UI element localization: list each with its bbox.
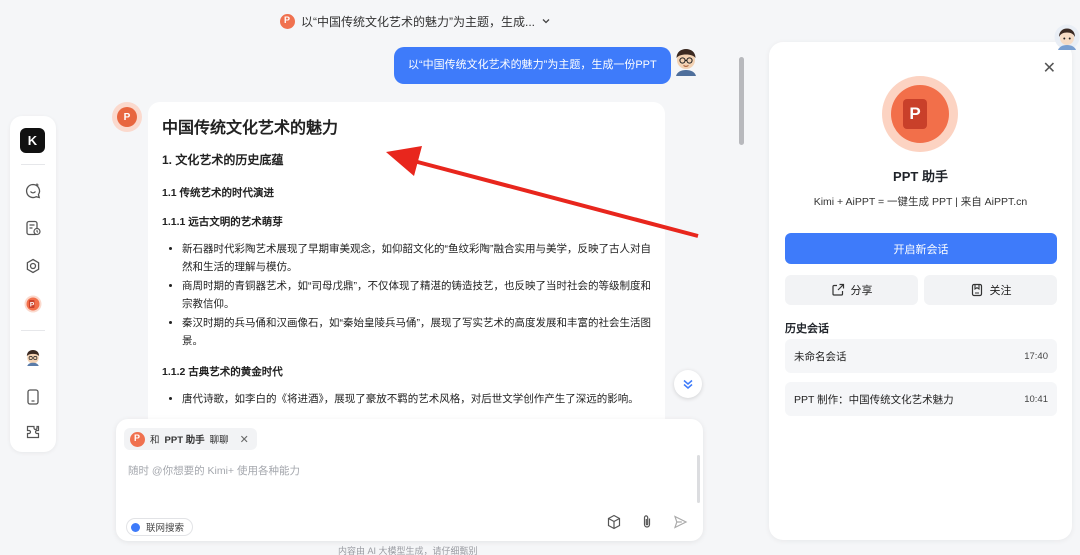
panel-title: PPT 助手 — [893, 169, 948, 184]
ppt-assistant-icon: P — [903, 99, 927, 129]
web-search-label: 联网搜索 — [146, 523, 185, 534]
ppt-assistant-icon[interactable]: P — [22, 293, 44, 315]
answer-bullet-list: 新石器时代彩陶艺术展现了早期审美观念，如仰韶文化的“鱼纹彩陶”融合实用与美学，反… — [162, 240, 651, 350]
chat-input-box[interactable]: 和 PPT 助手 聊聊 ✕ 随时 @你想要的 Kimi+ 使用各种能力 联网搜索 — [116, 419, 703, 541]
history-item-title: PPT 制作：中国传统文化艺术魅力 — [794, 393, 954, 406]
ai-disclaimer: 内容由 AI 大模型生成，请仔细甄别 — [338, 546, 478, 555]
bookmark-icon — [971, 283, 982, 297]
history-item-title: 未命名会话 — [794, 350, 847, 363]
sidebar-divider — [21, 330, 45, 331]
scroll-down-button[interactable] — [674, 370, 702, 398]
conversation-title-bar[interactable]: 以“中国传统文化艺术的魅力”为主题，生成... — [280, 10, 551, 32]
toggle-dot — [131, 522, 140, 532]
message-input[interactable]: 随时 @你想要的 Kimi+ 使用各种能力 — [128, 463, 300, 478]
user-avatar-icon[interactable] — [22, 346, 44, 368]
user-message-bubble: 以“中国传统文化艺术的魅力”为主题，生成一份PPT — [394, 47, 671, 84]
ppt-assistant-icon — [130, 431, 145, 447]
chip-assistant-name: PPT 助手 — [164, 435, 205, 446]
user-avatar — [672, 46, 700, 76]
ppt-assistant-icon: P — [117, 107, 137, 127]
plugin-icon[interactable] — [22, 421, 44, 443]
history-item-time: 17:40 — [1024, 350, 1048, 362]
send-icon[interactable] — [669, 511, 691, 533]
user-message-row: 以“中国传统文化艺术的魅力”为主题，生成一份PPT — [394, 47, 671, 84]
explore-icon[interactable] — [22, 255, 44, 277]
web-search-toggle[interactable]: 联网搜索 — [126, 518, 194, 536]
list-item: 唐代诗歌，如李白的《将进酒》，展现了豪放不羁的艺术风格，对后世文学创作产生了深远… — [182, 390, 651, 408]
answer-heading-1-1-2: 1.1.2 古典艺术的黄金时代 — [162, 366, 283, 378]
assistant-panel: ✕ P PPT 助手 Kimi + AiPPT = 一键生成 PPT | 来自 … — [769, 42, 1072, 540]
follow-label: 关注 — [989, 285, 1012, 297]
conversation-title: 以“中国传统文化艺术的魅力”为主题，生成... — [301, 14, 535, 29]
attachment-icon[interactable] — [636, 511, 658, 533]
new-chat-icon[interactable] — [22, 180, 44, 202]
history-item[interactable]: 未命名会话 17:40 — [785, 339, 1057, 373]
panel-subtitle: Kimi + AiPPT = 一键生成 PPT | 来自 AiPPT.cn — [813, 196, 1028, 208]
new-chat-button[interactable]: 开启新会话 — [785, 233, 1057, 264]
share-button[interactable]: 分享 — [785, 275, 918, 305]
scroll-down-icon — [683, 379, 693, 389]
cube-icon[interactable] — [603, 511, 625, 533]
close-icon[interactable]: ✕ — [240, 433, 249, 446]
list-item: 商周时期的青铜器艺术，如“司母戊鼎”，不仅体现了精湛的铸造技艺，也反映了当时社会… — [182, 277, 651, 313]
ppt-logo-core: P — [891, 85, 949, 143]
ppt-assistant-logo: P — [882, 76, 958, 152]
annotation-arrow — [386, 146, 699, 238]
history-item-time: 10:41 — [1024, 393, 1048, 405]
ppt-assistant-avatar: P — [112, 102, 142, 132]
ppt-assistant-icon — [280, 13, 295, 29]
left-sidebar: K P — [10, 116, 56, 452]
kimi-logo-icon[interactable]: K — [20, 128, 45, 153]
history-title: 历史会话 — [785, 323, 829, 335]
history-item[interactable]: PPT 制作：中国传统文化艺术魅力 10:41 — [785, 382, 1057, 416]
chevron-down-icon — [542, 19, 550, 24]
list-item: 秦汉时期的兵马俑和汉画像石，如“秦始皇陵兵马俑”，展现了写实艺术的高度发展和丰富… — [182, 314, 651, 350]
input-scrollbar[interactable] — [697, 455, 700, 503]
close-icon[interactable]: ✕ — [1043, 58, 1056, 78]
assistant-chip[interactable]: 和 PPT 助手 聊聊 ✕ — [124, 428, 257, 450]
chip-prefix: 和 — [150, 435, 160, 446]
answer-title: 中国传统文化艺术的魅力 — [162, 120, 339, 137]
svg-text:P: P — [30, 301, 35, 308]
chat-scrollbar[interactable] — [739, 57, 744, 145]
history-icon[interactable] — [22, 217, 44, 239]
share-icon — [831, 283, 844, 296]
account-avatar[interactable] — [1054, 24, 1080, 50]
phone-icon[interactable] — [22, 386, 44, 408]
share-label: 分享 — [850, 285, 873, 297]
list-item: 新石器时代彩陶艺术展现了早期审美观念，如仰韶文化的“鱼纹彩陶”融合实用与美学，反… — [182, 240, 651, 276]
sidebar-divider — [21, 164, 45, 165]
chip-suffix: 聊聊 — [209, 435, 229, 446]
answer-bullet-list: 唐代诗歌，如李白的《将进酒》，展现了豪放不羁的艺术风格，对后世文学创作产生了深远… — [162, 390, 651, 408]
follow-button[interactable]: 关注 — [924, 275, 1057, 305]
